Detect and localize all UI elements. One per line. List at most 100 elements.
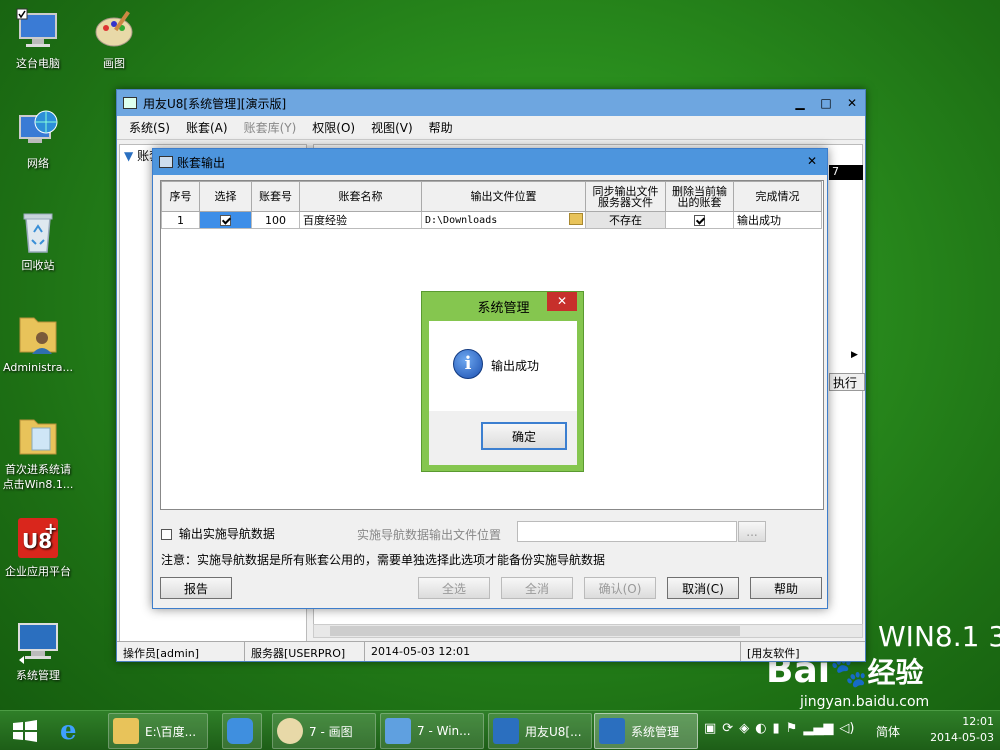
nav-data-option[interactable]: 输出实施导航数据 <box>161 525 275 542</box>
paint-icon <box>92 8 136 52</box>
message-box-body: i 输出成功 确定 <box>429 321 577 465</box>
clock[interactable]: 12:01 2014-05-03 <box>912 714 994 746</box>
desktop-icon-enterprise-platform[interactable]: U8 + 企业应用平台 <box>0 516 76 579</box>
taskbar-item-paint[interactable]: 7 - 画图 <box>272 713 376 749</box>
col-path: 输出文件位置 <box>421 181 586 212</box>
icon-label: 首次进系统请点击Win8.1... <box>2 463 74 491</box>
monitor-icon <box>599 718 625 744</box>
taskbar-item-explorer[interactable]: E:\百度... <box>108 713 208 749</box>
menu-system[interactable]: 系统(S) <box>129 119 170 136</box>
status-datetime: 2014-05-03 12:01 <box>365 642 741 661</box>
clock-date: 2014-05-03 <box>930 731 994 744</box>
cell-sync[interactable]: 不存在 <box>585 211 666 229</box>
ime-indicator[interactable]: 简体 <box>876 723 900 740</box>
icon-label: Administra... <box>3 361 73 374</box>
dialog-title: 账套输出 <box>177 155 226 170</box>
tray-network-icon[interactable]: ▂▄▆ <box>803 721 833 736</box>
folder-icon <box>113 718 139 744</box>
info-icon: i <box>453 349 483 379</box>
report-button[interactable]: 报告 <box>160 577 232 599</box>
recycle-bin-icon <box>16 210 60 254</box>
col-index: 序号 <box>161 181 200 212</box>
paint-icon <box>277 718 303 744</box>
select-checkbox[interactable] <box>220 215 231 226</box>
desktop-icon-first-run[interactable]: 首次进系统请点击Win8.1... <box>0 414 76 492</box>
system-tray: ▣ ⟳ ◈ ◐ ▮ ⚑ ▂▄▆ ◁) <box>704 721 854 736</box>
note-text: 注意：实施导航数据是所有账套公用的，需要单独选择此选项才能备份实施导航数据 <box>161 553 606 567</box>
message-box-close-button[interactable]: ✕ <box>547 292 577 311</box>
desktop-icon-this-pc[interactable]: 这台电脑 <box>0 8 76 71</box>
tray-shield-icon[interactable]: ◈ <box>739 721 749 736</box>
status-operator: 操作员[admin] <box>117 642 245 661</box>
windows-logo-icon <box>13 720 37 742</box>
message-box-footer: 确定 <box>429 411 577 465</box>
help-button[interactable]: 帮助 <box>750 577 822 599</box>
tray-flag-icon[interactable]: ⚑ <box>786 721 798 736</box>
taskbar-item-label: 系统管理 <box>631 724 680 739</box>
nav-data-checkbox[interactable] <box>161 529 172 540</box>
menu-view[interactable]: 视图(V) <box>371 119 413 136</box>
message-box[interactable]: 系统管理 ✕ i 输出成功 确定 <box>421 291 584 472</box>
close-button[interactable]: ✕ <box>839 90 865 116</box>
cancel-button[interactable]: 取消(C) <box>667 577 739 599</box>
folder-browse-icon[interactable] <box>569 213 583 225</box>
cell-delete[interactable] <box>665 211 734 229</box>
right-cell: 7 <box>829 165 863 180</box>
desktop-icon-network[interactable]: 网络 <box>0 108 76 171</box>
taskbar-item-label: E:\百度... <box>145 724 197 739</box>
select-all-button[interactable]: 全选 <box>418 577 490 599</box>
window-title: 用友U8[系统管理][演示版] <box>143 96 287 111</box>
col-delete: 删除当前输出的账套 <box>665 181 734 212</box>
monitor-icon <box>493 718 519 744</box>
ok-button[interactable]: 确定 <box>481 422 567 450</box>
menu-account-library[interactable]: 账套库(Y) <box>244 119 297 136</box>
taskbar-item-label: 7 - Win... <box>417 724 471 738</box>
maximize-button[interactable]: □ <box>813 90 839 116</box>
dialog-title-bar[interactable]: 账套输出 ✕ <box>153 149 827 175</box>
taskbar-item-label: 用友U8[... <box>525 724 582 739</box>
desktop-icon-system-management[interactable]: 系统管理 <box>0 620 76 683</box>
taskbar-item-u8[interactable]: 用友U8[... <box>488 713 592 749</box>
menu-permission[interactable]: 权限(O) <box>312 119 355 136</box>
col-code: 账套号 <box>251 181 300 212</box>
tray-speaker-icon[interactable]: ◐ <box>755 721 766 736</box>
clock-time: 12:01 <box>962 715 994 728</box>
menu-account[interactable]: 账套(A) <box>186 119 228 136</box>
tray-refresh-icon[interactable]: ⟳ <box>722 721 733 736</box>
table-row[interactable]: 1 100 百度经验 D:\Downloads 不存在 输出成功 <box>161 211 822 229</box>
user-folder-icon <box>16 312 60 356</box>
desktop-icon-paint[interactable]: 画图 <box>76 8 152 71</box>
cell-select[interactable] <box>199 211 252 229</box>
taskbar-item-photo[interactable]: 7 - Win... <box>380 713 484 749</box>
desktop-icon-administrator[interactable]: Administra... <box>0 312 76 375</box>
delete-checkbox[interactable] <box>694 215 705 226</box>
cell-path[interactable]: D:\Downloads <box>421 211 586 229</box>
taskbar-item-baidu-cloud[interactable] <box>222 713 262 749</box>
title-bar[interactable]: 用友U8[系统管理][演示版] ▁ □ ✕ <box>117 90 865 116</box>
minimize-button[interactable]: ▁ <box>787 90 813 116</box>
expand-icon[interactable]: ▼ <box>124 149 133 163</box>
menu-help[interactable]: 帮助 <box>429 119 453 136</box>
tray-device-icon[interactable]: ▮ <box>773 721 780 736</box>
network-icon <box>16 108 60 152</box>
horizontal-scrollbar[interactable] <box>313 624 863 638</box>
status-bar: 操作员[admin] 服务器[USERPRO] 2014-05-03 12:01… <box>117 641 865 661</box>
col-status: 完成情况 <box>733 181 822 212</box>
tray-app-icon[interactable]: ▣ <box>704 721 716 736</box>
deselect-all-button[interactable]: 全消 <box>501 577 573 599</box>
dialog-close-button[interactable]: ✕ <box>807 154 817 168</box>
start-button[interactable] <box>12 719 38 743</box>
nav-path-browse-button[interactable]: ... <box>738 521 766 542</box>
col-sync: 同步输出文件服务器文件 <box>585 181 666 212</box>
ie-icon[interactable]: e <box>60 717 90 745</box>
confirm-button[interactable]: 确认(O) <box>584 577 656 599</box>
scroll-right-arrow[interactable]: ▶ <box>851 350 858 360</box>
desktop-icon-recycle-bin[interactable]: 回收站 <box>0 210 76 273</box>
nav-path-input[interactable] <box>517 521 737 542</box>
tray-volume-icon[interactable]: ◁) <box>839 721 854 736</box>
baidu-jingyan-text: 经验 <box>867 656 924 689</box>
scrollbar-thumb[interactable] <box>330 626 740 636</box>
taskbar-item-system-management[interactable]: 系统管理 <box>594 713 698 749</box>
nav-path-label: 实施导航数据输出文件位置 <box>357 528 502 542</box>
table-header-row: 序号 选择 账套号 账套名称 输出文件位置 同步输出文件服务器文件 删除当前输出… <box>161 181 822 212</box>
